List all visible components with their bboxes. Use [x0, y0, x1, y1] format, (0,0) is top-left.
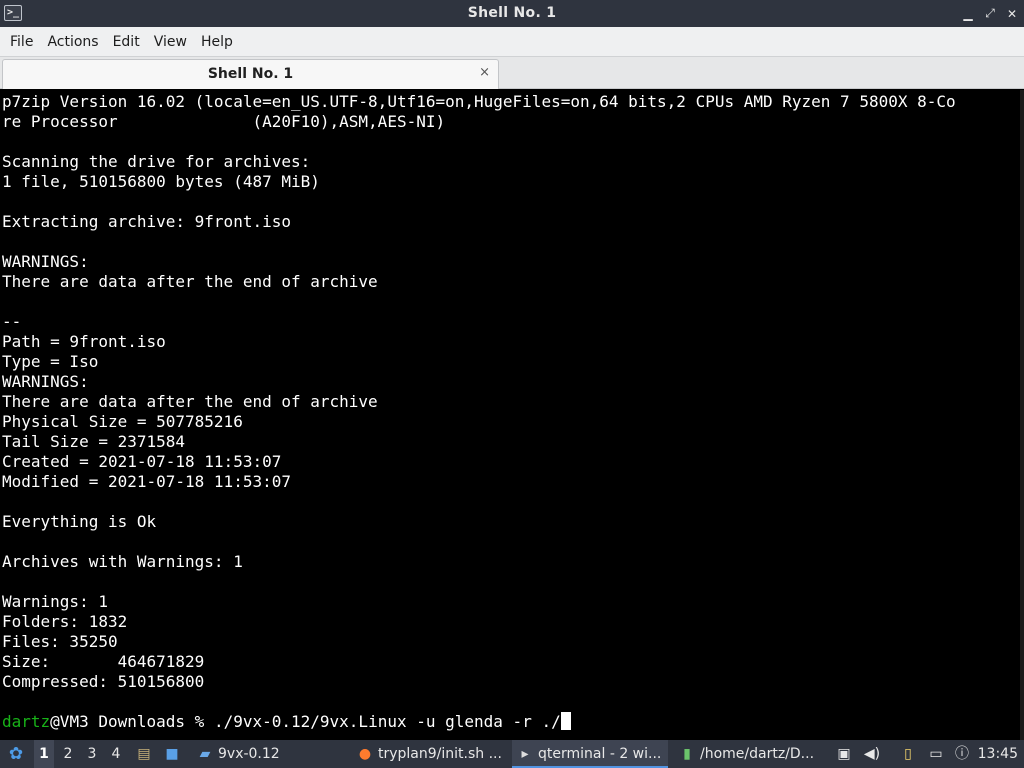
prompt-host-dir: @VM3 Downloads % — [50, 712, 214, 731]
task-file-manager[interactable]: ▮ /home/dartz/D... — [674, 740, 824, 768]
task-label: tryplan9/init.sh ... — [378, 746, 502, 762]
terminal-line: Created = 2021-07-18 11:53:07 — [2, 452, 282, 471]
show-desktop-icon[interactable]: ■ — [162, 740, 182, 768]
menu-file[interactable]: File — [3, 27, 40, 57]
task-label: /home/dartz/D... — [700, 746, 815, 762]
terminal-line: Scanning the drive for archives: — [2, 152, 311, 171]
terminal-line: Extracting archive: 9front.iso — [2, 212, 291, 231]
terminal-line: There are data after the end of archive — [2, 392, 378, 411]
terminal-line: Archives with Warnings: 1 — [2, 552, 243, 571]
menu-bar: File Actions Edit View Help — [0, 27, 1024, 57]
terminal-line: p7zip Version 16.02 (locale=en_US.UTF-8,… — [2, 92, 956, 111]
terminal-line: re Processor (A20F10),ASM,AES-NI) — [2, 112, 446, 131]
workspace-3[interactable]: 3 — [82, 740, 102, 768]
terminal-scrollbar[interactable] — [1020, 90, 1024, 740]
text-cursor — [560, 712, 571, 730]
maximize-icon[interactable]: ⤢ — [984, 6, 996, 21]
notes-tray-icon[interactable]: ▯ — [898, 740, 918, 768]
terminal-line: Everything is Ok — [2, 512, 157, 531]
file-manager-icon: ▮ — [683, 746, 691, 762]
window-controls: ▁ ⤢ ✕ — [962, 0, 1018, 27]
tab-shell-1[interactable]: Shell No. 1 × — [2, 59, 499, 89]
network-icon[interactable]: ▭ — [926, 740, 946, 768]
close-icon[interactable]: ✕ — [1006, 7, 1018, 21]
volume-icon[interactable]: ◀) — [862, 740, 882, 768]
terminal-line: WARNINGS: — [2, 372, 89, 391]
terminal-line: Physical Size = 507785216 — [2, 412, 243, 431]
tab-bar: Shell No. 1 × — [0, 57, 1024, 89]
menu-edit[interactable]: Edit — [106, 27, 147, 57]
terminal-icon: ▸ — [521, 746, 529, 762]
terminal-line: 1 file, 510156800 bytes (487 MiB) — [2, 172, 320, 191]
terminal-line: Folders: 1832 — [2, 612, 128, 631]
terminal-line: Size: 464671829 — [2, 652, 205, 671]
prompt-user: dartz — [2, 712, 51, 731]
start-menu-icon[interactable]: ✿ — [6, 740, 26, 768]
terminal-output[interactable]: p7zip Version 16.02 (locale=en_US.UTF-8,… — [0, 90, 1024, 740]
task-9vx-folder[interactable]: ▰ 9vx-0.12 — [192, 740, 348, 768]
task-label: 9vx-0.12 — [218, 746, 280, 762]
clock[interactable]: 13:45 — [978, 740, 1018, 768]
menu-help[interactable]: Help — [194, 27, 240, 57]
task-qterminal[interactable]: ▸ qterminal - 2 wi... — [512, 740, 668, 768]
task-firefox[interactable]: ● tryplan9/init.sh ... — [352, 740, 508, 768]
window-title: Shell No. 1 — [467, 5, 557, 21]
terminal-line: Modified = 2021-07-18 11:53:07 — [2, 472, 291, 491]
terminal-line: Warnings: 1 — [2, 592, 108, 611]
terminal-line: Compressed: 510156800 — [2, 672, 205, 691]
menu-actions[interactable]: Actions — [40, 27, 105, 57]
window-titlebar[interactable]: >_ Shell No. 1 ▁ ⤢ ✕ — [0, 0, 1024, 27]
clipboard-icon[interactable]: ▣ — [834, 740, 854, 768]
terminal-line: There are data after the end of archive — [2, 272, 378, 291]
tab-close-icon[interactable]: × — [479, 65, 490, 80]
prompt-line[interactable]: dartz@VM3 Downloads % ./9vx-0.12/9vx.Lin… — [2, 712, 1024, 732]
terminal-line: WARNINGS: — [2, 252, 89, 271]
info-icon[interactable]: ⓘ — [952, 740, 972, 768]
taskbar: ✿ 1 2 3 4 ▤ ■ ▰ 9vx-0.12 ● tryplan9/init.s… — [0, 740, 1024, 768]
command-input[interactable]: ./9vx-0.12/9vx.Linux -u glenda -r ./ — [214, 712, 561, 731]
notes-icon[interactable]: ▤ — [134, 740, 154, 768]
folder-icon: ▰ — [199, 746, 211, 762]
tab-label: Shell No. 1 — [207, 66, 294, 82]
terminal-line: Files: 35250 — [2, 632, 118, 651]
menu-view[interactable]: View — [147, 27, 194, 57]
minimize-icon[interactable]: ▁ — [962, 7, 974, 21]
workspace-1[interactable]: 1 — [34, 740, 54, 768]
firefox-icon: ● — [358, 746, 372, 762]
task-label: qterminal - 2 wi... — [538, 746, 662, 762]
workspace-4[interactable]: 4 — [106, 740, 126, 768]
terminal-line: Tail Size = 2371584 — [2, 432, 186, 451]
terminal-line: Path = 9front.iso — [2, 332, 166, 351]
terminal-line: -- — [2, 312, 22, 331]
workspace-2[interactable]: 2 — [58, 740, 78, 768]
terminal-line: Type = Iso — [2, 352, 99, 371]
